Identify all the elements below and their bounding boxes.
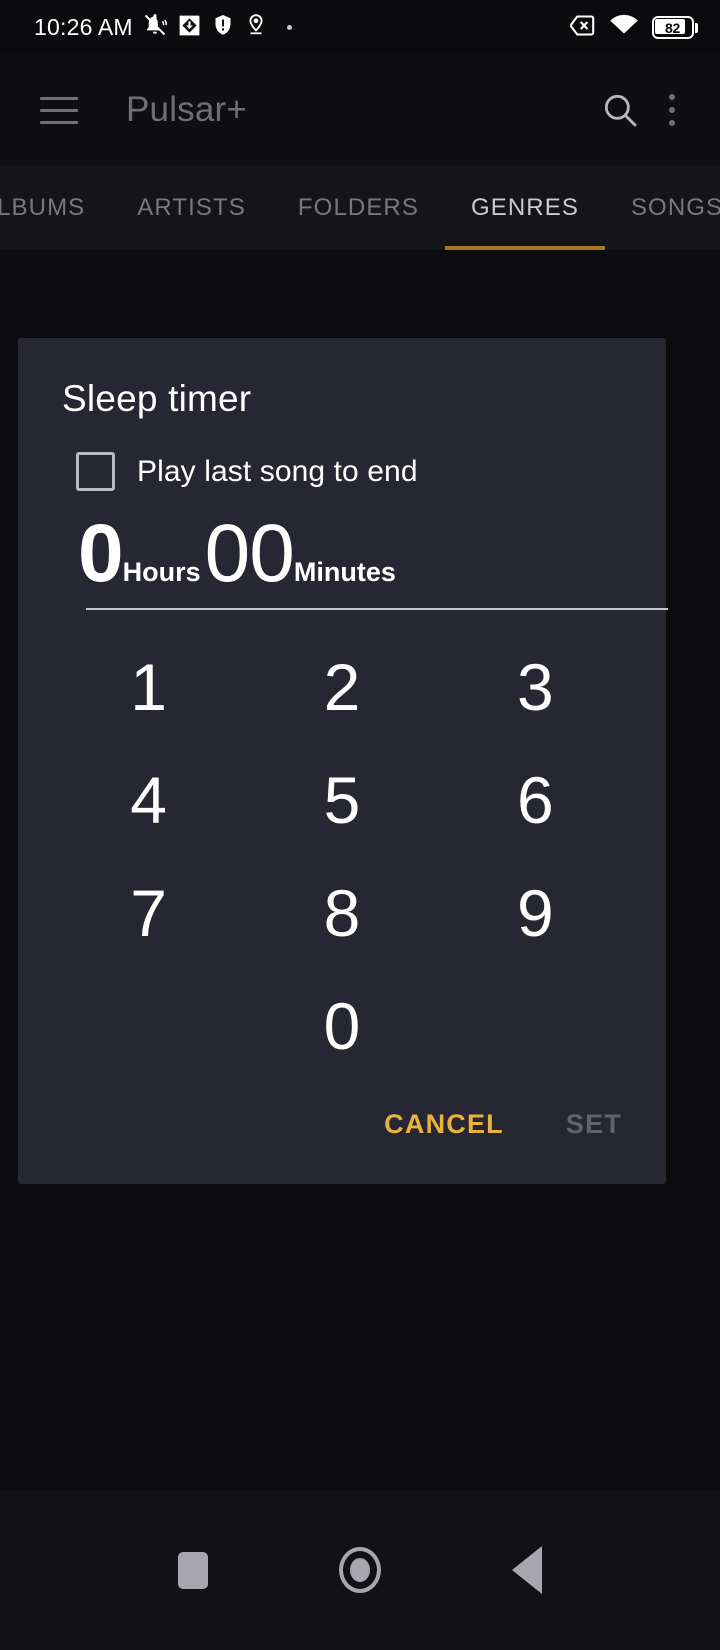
minutes-value: 00 <box>204 508 295 599</box>
notification-dot-icon <box>286 25 292 30</box>
keypad-key-5[interactable]: 5 <box>245 743 438 856</box>
keypad-key-blank-left <box>52 969 245 1082</box>
tab-genres[interactable]: GENRES <box>444 165 605 250</box>
keypad-key-blank-right <box>439 969 632 1082</box>
battery-icon: 82 <box>651 16 698 39</box>
triangle-back-icon[interactable] <box>482 1525 572 1615</box>
more-vertical-icon[interactable] <box>650 80 694 140</box>
phone-screen: 10:26 AM 82 Pulsar+ LBUMS ARTISTS FOLDER… <box>0 0 720 1650</box>
hours-value: 0 <box>78 508 124 599</box>
time-display: 0 Hours 00 Minutes <box>78 513 396 595</box>
bell-muted-icon <box>142 12 168 43</box>
square-recents-icon[interactable] <box>148 1525 238 1615</box>
hours-unit-label: Hours <box>122 557 201 587</box>
dialog-actions: CANCEL SET <box>362 1093 644 1156</box>
tab-bar: ALBUMS ARTISTS FOLDERS GENRES SONGS <box>0 165 720 250</box>
numeric-keypad: 1 2 3 4 5 6 7 8 9 0 <box>52 630 632 1082</box>
wifi-icon <box>609 13 639 42</box>
tab-folders[interactable]: FOLDERS <box>272 165 445 250</box>
play-last-song-checkbox[interactable] <box>76 452 115 491</box>
sim-card-off-icon <box>569 13 596 43</box>
play-last-song-row[interactable]: Play last song to end <box>76 452 418 491</box>
set-button: SET <box>544 1093 644 1156</box>
keypad-key-2[interactable]: 2 <box>245 630 438 743</box>
sleep-timer-dialog: Sleep timer Play last song to end 0 Hour… <box>18 338 668 1184</box>
keypad-key-9[interactable]: 9 <box>439 856 632 969</box>
keypad-key-4[interactable]: 4 <box>52 743 245 856</box>
image-download-icon <box>177 13 202 43</box>
keypad-key-1[interactable]: 1 <box>52 630 245 743</box>
battery-percent-label: 82 <box>665 19 680 36</box>
keypad-key-6[interactable]: 6 <box>439 743 632 856</box>
dialog-title: Sleep timer <box>62 378 252 419</box>
keypad-key-3[interactable]: 3 <box>439 630 632 743</box>
status-bar-left-group: 10:26 AM <box>34 12 569 43</box>
minutes-unit-label: Minutes <box>293 557 396 587</box>
keypad-key-7[interactable]: 7 <box>52 856 245 969</box>
page-title: Pulsar+ <box>126 90 248 129</box>
status-bar-right-group: 82 <box>569 13 698 43</box>
keypad-key-8[interactable]: 8 <box>245 856 438 969</box>
tab-artists[interactable]: ARTISTS <box>111 165 272 250</box>
status-bar: 10:26 AM 82 <box>0 0 720 55</box>
play-last-song-label: Play last song to end <box>137 454 418 488</box>
cancel-button[interactable]: CANCEL <box>362 1093 526 1156</box>
app-bar: Pulsar+ <box>0 55 720 165</box>
tab-albums[interactable]: ALBUMS <box>0 165 111 250</box>
hamburger-icon[interactable] <box>30 81 88 139</box>
circle-home-icon[interactable] <box>315 1525 405 1615</box>
keypad-key-0[interactable]: 0 <box>245 969 438 1082</box>
status-clock: 10:26 AM <box>34 14 133 40</box>
shield-warning-icon <box>211 13 235 42</box>
search-icon[interactable] <box>590 80 650 140</box>
time-divider <box>86 608 668 610</box>
tab-songs[interactable]: SONGS <box>605 165 720 250</box>
system-nav-bar <box>0 1490 720 1650</box>
location-pin-icon <box>244 12 268 43</box>
